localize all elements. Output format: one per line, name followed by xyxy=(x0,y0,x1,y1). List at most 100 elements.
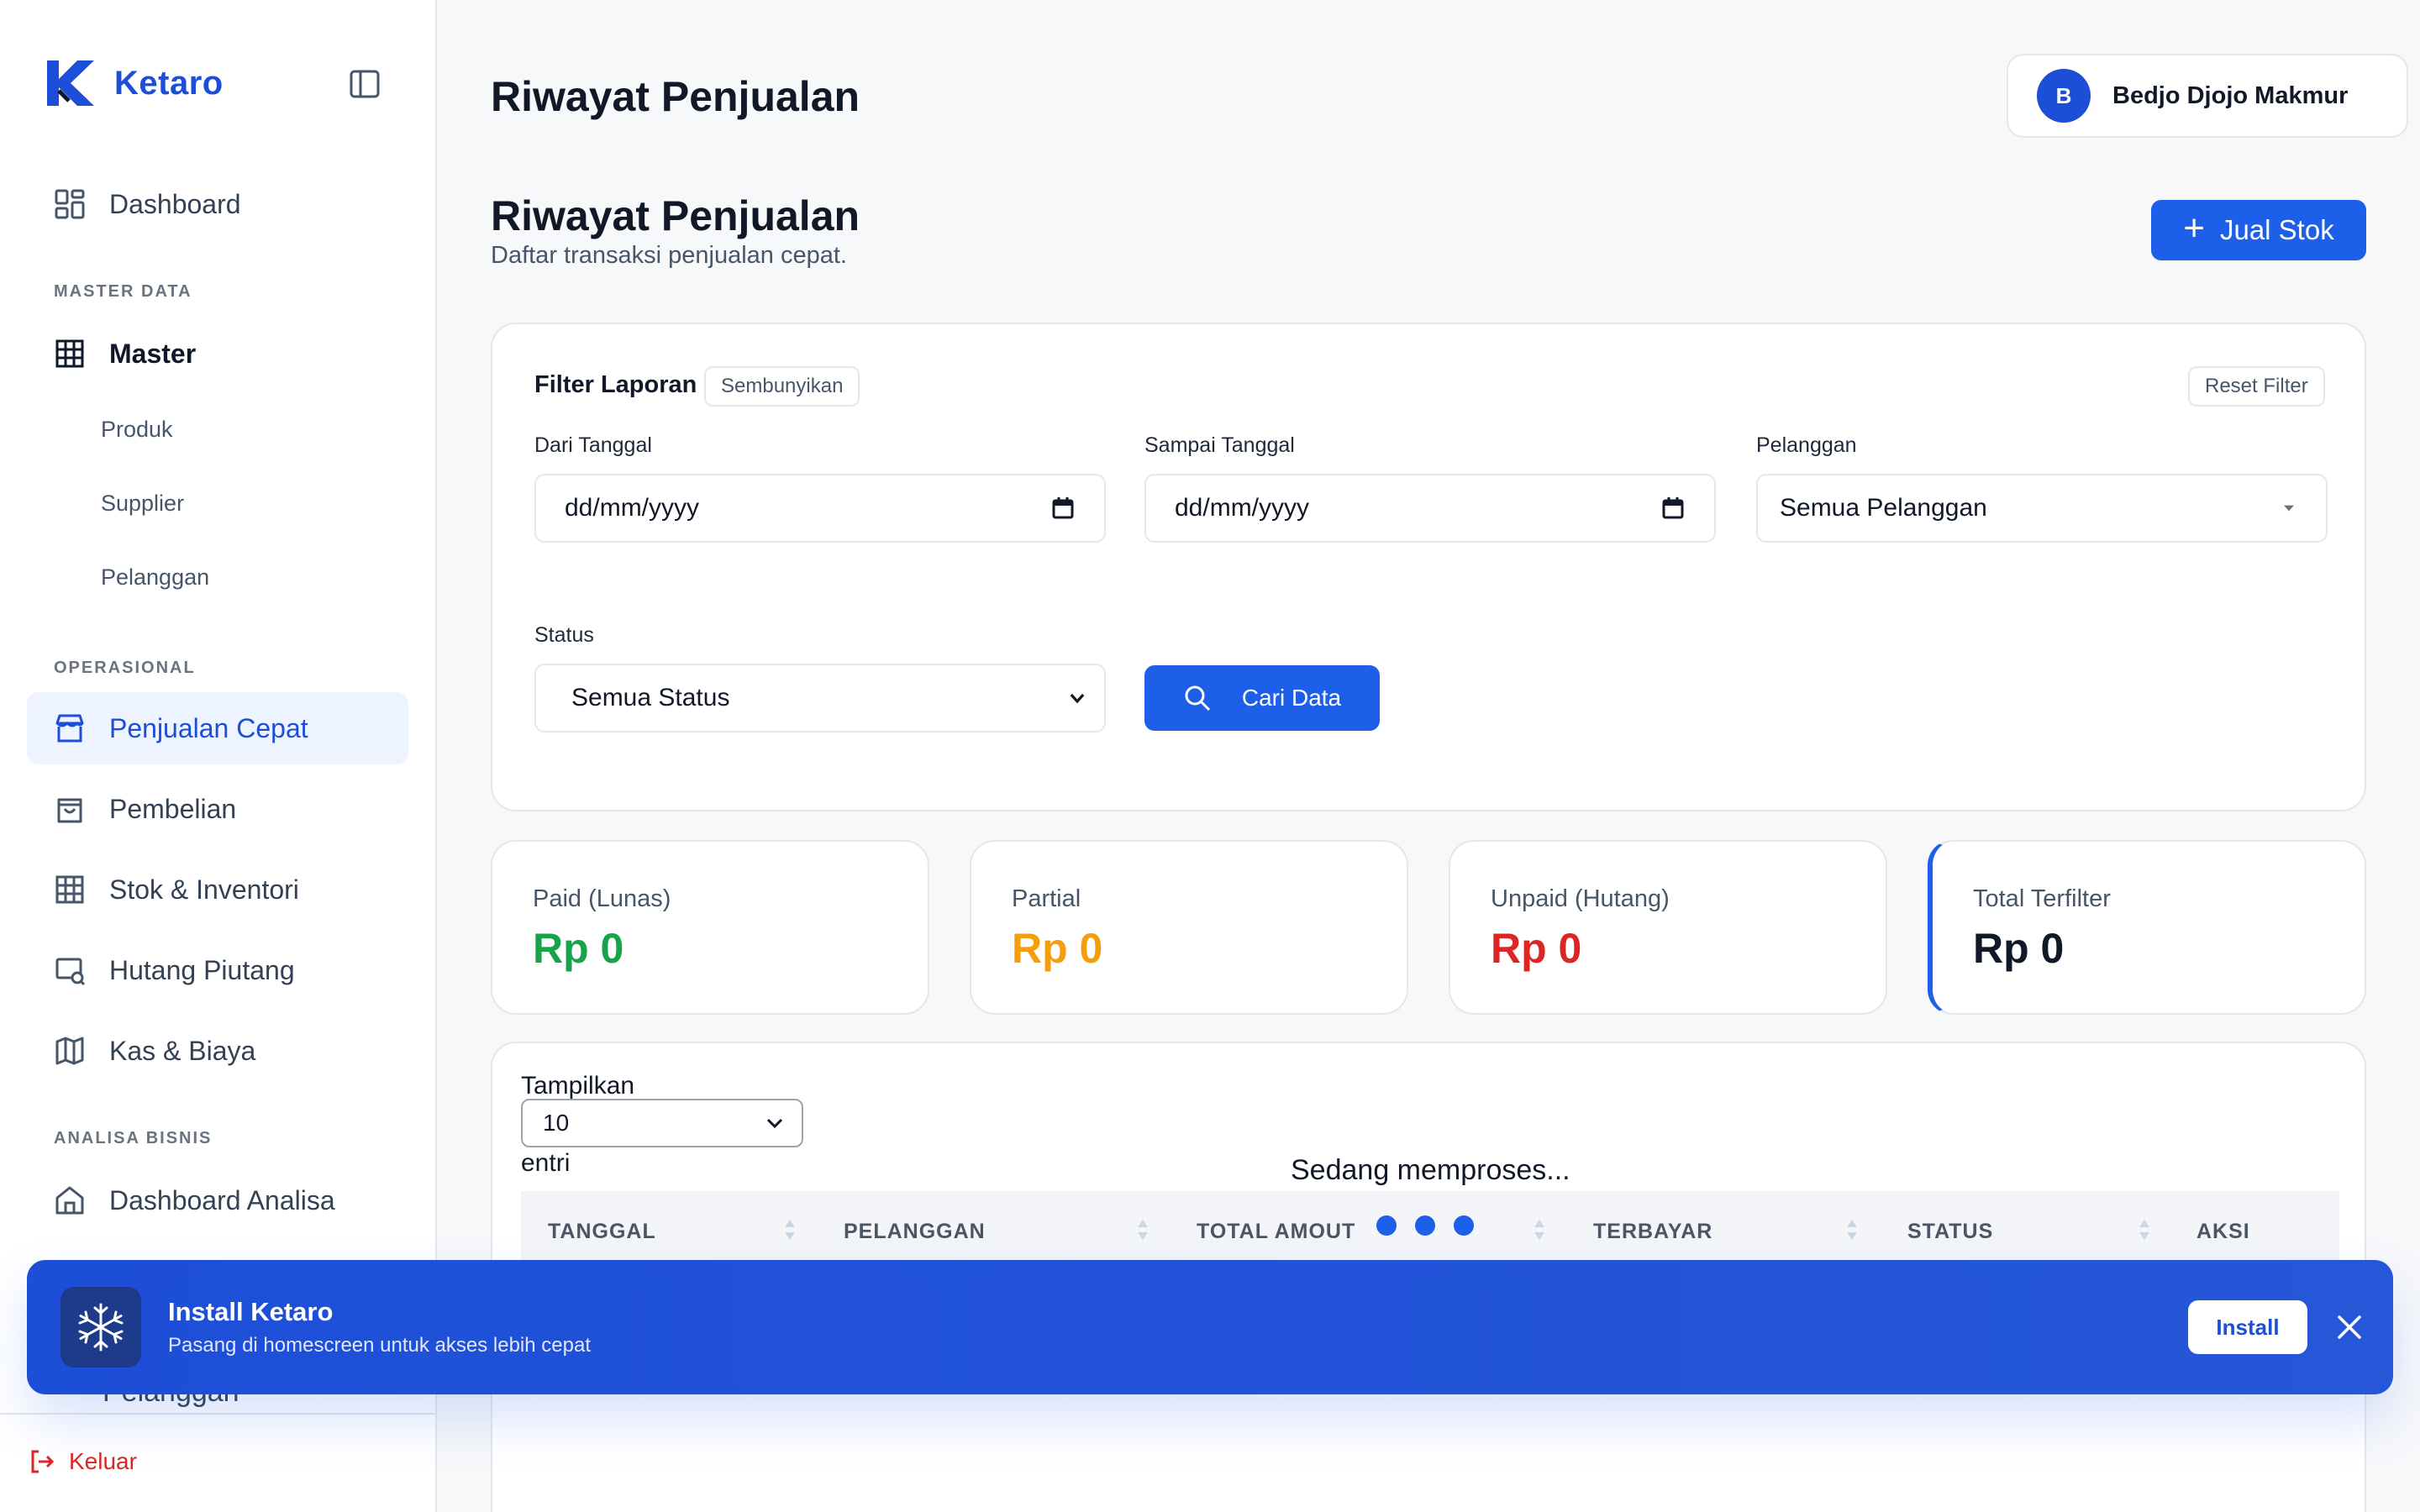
brand-name: Ketaro xyxy=(114,64,224,102)
dashboard-icon xyxy=(55,189,85,219)
section-analisa-bisnis: ANALISA BISNIS xyxy=(54,1129,213,1147)
section-operasional: OPERASIONAL xyxy=(54,659,196,677)
calendar-icon xyxy=(1052,497,1074,519)
book-icon xyxy=(55,1037,84,1065)
stat-total-label: Total Terfilter xyxy=(1973,885,2111,912)
snowflake-icon xyxy=(78,1303,124,1352)
nav-hutang-piutang-label: Hutang Piutang xyxy=(109,954,295,985)
nav-sub-produk[interactable]: Produk xyxy=(101,417,173,443)
from-date-value: dd/mm/yyyy xyxy=(565,494,700,522)
status-label: Status xyxy=(534,623,594,647)
nav-master[interactable]: Master xyxy=(27,318,408,390)
nav-sub-supplier[interactable]: Supplier xyxy=(101,491,184,517)
store-icon xyxy=(55,714,84,743)
nav-penjualan-cepat[interactable]: Penjualan Cepat xyxy=(27,692,408,764)
grid-icon xyxy=(55,875,84,904)
jual-stok-label: Jual Stok xyxy=(2219,214,2334,245)
nav-kas-biaya-label: Kas & Biaya xyxy=(109,1035,256,1066)
user-menu[interactable]: B Bedjo Djojo Makmur xyxy=(2007,54,2408,138)
sort-icon[interactable] xyxy=(1136,1215,1150,1245)
entries-label: entri xyxy=(521,1149,571,1177)
sort-icon[interactable] xyxy=(1533,1215,1546,1245)
user-name: Bedjo Djojo Makmur xyxy=(2112,81,2349,109)
sidebar-toggle-icon[interactable] xyxy=(348,67,381,101)
nav-pembelian-label: Pembelian xyxy=(109,793,237,824)
logout-icon xyxy=(31,1450,55,1473)
entries-length-value: 10 xyxy=(543,1110,570,1136)
sort-icon[interactable] xyxy=(783,1215,797,1245)
th-pelanggan[interactable]: PELANGGAN xyxy=(844,1220,986,1244)
logout-button[interactable]: Keluar xyxy=(29,1448,137,1475)
stat-unpaid: Unpaid (Hutang) Rp 0 xyxy=(1449,840,1887,1015)
home-icon xyxy=(55,1186,84,1215)
plus-icon: + xyxy=(2183,207,2205,249)
install-button[interactable]: Install xyxy=(2188,1300,2307,1354)
page-title: Riwayat Penjualan xyxy=(491,192,860,239)
nav-kas-biaya[interactable]: Kas & Biaya xyxy=(27,1015,408,1087)
stat-paid-value: Rp 0 xyxy=(533,925,624,972)
from-date-label: Dari Tanggal xyxy=(534,433,652,457)
loading-dot xyxy=(1415,1215,1435,1236)
th-status[interactable]: STATUS xyxy=(1907,1220,1993,1244)
entries-length-select[interactable]: 10 xyxy=(521,1099,803,1147)
nav-dashboard-label: Dashboard xyxy=(109,188,241,219)
reset-filter-button[interactable]: Reset Filter xyxy=(2188,366,2325,407)
avatar: B xyxy=(2037,69,2091,123)
filter-card: Filter Laporan Sembunyikan Reset Filter … xyxy=(491,323,2366,811)
to-date-value: dd/mm/yyyy xyxy=(1175,494,1310,522)
logout-label: Keluar xyxy=(69,1448,137,1474)
show-entries-label: Tampilkan xyxy=(521,1072,635,1100)
nav-dashboard-analisa[interactable]: Dashboard Analisa xyxy=(27,1164,408,1236)
ketaro-logo-icon xyxy=(47,60,94,106)
nav-penjualan-cepat-label: Penjualan Cepat xyxy=(109,712,308,743)
th-tanggal[interactable]: TANGGAL xyxy=(548,1220,656,1244)
sort-icon[interactable] xyxy=(2138,1215,2151,1245)
caret-down-icon xyxy=(2284,505,2294,512)
invoice-icon xyxy=(55,958,86,986)
nav-hutang-piutang[interactable]: Hutang Piutang xyxy=(27,934,408,1006)
stat-paid-label: Paid (Lunas) xyxy=(533,885,671,912)
from-date-input[interactable]: dd/mm/yyyy xyxy=(534,474,1106,543)
grid-icon xyxy=(55,339,84,368)
to-date-label: Sampai Tanggal xyxy=(1144,433,1295,457)
nav-dashboard[interactable]: Dashboard xyxy=(27,168,408,240)
hide-filter-button[interactable]: Sembunyikan xyxy=(704,366,860,407)
stat-partial-value: Rp 0 xyxy=(1012,925,1103,972)
status-select[interactable]: Semua Status xyxy=(534,664,1106,732)
stat-unpaid-label: Unpaid (Hutang) xyxy=(1491,885,1670,912)
loading-dot xyxy=(1454,1215,1474,1236)
brand[interactable]: Ketaro xyxy=(44,59,224,108)
search-icon xyxy=(1185,685,1210,711)
chevron-down-icon xyxy=(1070,693,1085,704)
install-banner: Install Ketaro Pasang di homescreen untu… xyxy=(27,1260,2393,1394)
install-banner-subtitle: Pasang di homescreen untuk akses lebih c… xyxy=(168,1334,591,1357)
to-date-input[interactable]: dd/mm/yyyy xyxy=(1144,474,1716,543)
stat-partial: Partial Rp 0 xyxy=(970,840,1408,1015)
customer-label: Pelanggan xyxy=(1756,433,1857,457)
th-total-amout[interactable]: TOTAL AMOUT xyxy=(1197,1220,1355,1244)
app-icon xyxy=(60,1287,141,1368)
stat-paid: Paid (Lunas) Rp 0 xyxy=(491,840,929,1015)
shopping-bag-icon xyxy=(57,798,82,823)
stat-unpaid-value: Rp 0 xyxy=(1491,925,1582,972)
install-banner-title: Install Ketaro xyxy=(168,1297,334,1326)
chevron-down-icon xyxy=(766,1118,783,1129)
search-data-label: Cari Data xyxy=(1241,685,1342,711)
search-data-button[interactable]: Cari Data xyxy=(1144,665,1380,731)
sort-icon[interactable] xyxy=(1845,1215,1859,1245)
nav-sub-pelanggan[interactable]: Pelanggan xyxy=(101,564,209,591)
stat-partial-label: Partial xyxy=(1012,885,1081,912)
nav-dashboard-analisa-label: Dashboard Analisa xyxy=(109,1184,335,1215)
nav-stok-inventori[interactable]: Stok & Inventori xyxy=(27,853,408,926)
close-icon[interactable] xyxy=(2333,1310,2366,1344)
th-terbayar[interactable]: TERBAYAR xyxy=(1593,1220,1712,1244)
nav-pembelian[interactable]: Pembelian xyxy=(27,773,408,845)
sidebar-divider xyxy=(0,1413,435,1415)
processing-indicator: Sedang memproses... xyxy=(1291,1154,1570,1186)
stat-total: Total Terfilter Rp 0 xyxy=(1928,840,2366,1015)
nav-master-label: Master xyxy=(109,338,197,369)
jual-stok-button[interactable]: + Jual Stok xyxy=(2151,200,2366,260)
status-value: Semua Status xyxy=(571,684,730,711)
th-aksi: AKSI xyxy=(2196,1220,2250,1243)
customer-select[interactable]: Semua Pelanggan xyxy=(1756,474,2328,543)
